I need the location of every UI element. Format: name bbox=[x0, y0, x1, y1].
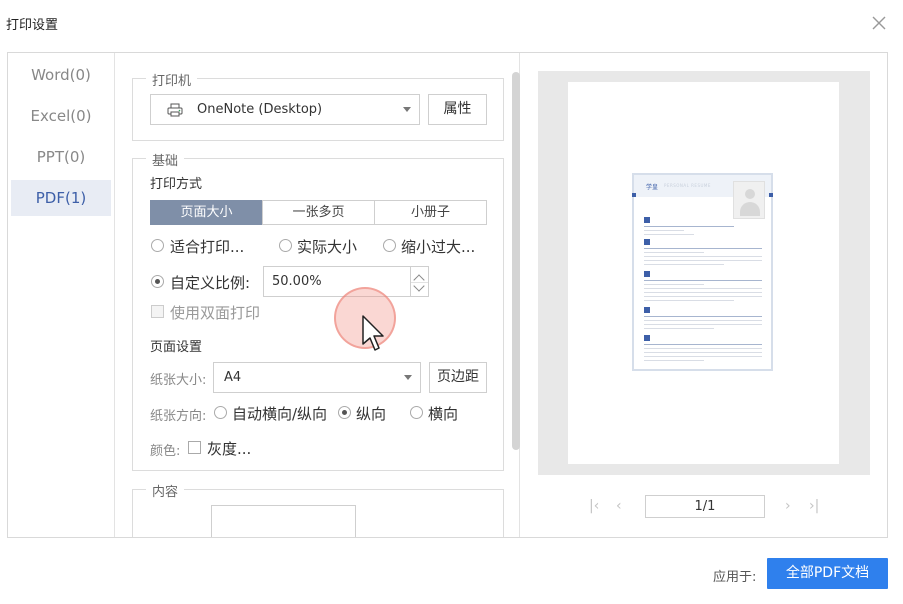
paper-size-label: 纸张大小: bbox=[150, 373, 207, 388]
scale-actual-radio[interactable] bbox=[279, 239, 292, 252]
mode-page-size-tab[interactable]: 页面大小 bbox=[150, 200, 263, 225]
mode-booklet-tab[interactable]: 小册子 bbox=[374, 200, 487, 225]
apply-to-label: 应用于: bbox=[713, 570, 757, 585]
resume-subtitle: PERSONAL RESUME bbox=[664, 183, 711, 188]
resume-name: 学皇 bbox=[646, 184, 659, 191]
category-ppt[interactable]: PPT(0) bbox=[11, 139, 111, 175]
duplex-label: 使用双面打印 bbox=[170, 304, 261, 322]
mouse-cursor-icon bbox=[362, 315, 384, 351]
printer-select-value: OneNote (Desktop) bbox=[197, 102, 323, 117]
dialog-title: 打印设置 bbox=[6, 18, 59, 33]
grayscale-checkbox[interactable] bbox=[188, 441, 201, 454]
scale-actual-label: 实际大小 bbox=[297, 238, 358, 256]
margins-button[interactable]: 页边距 bbox=[429, 362, 487, 393]
mode-multi-page-tab[interactable]: 一张多页 bbox=[262, 200, 375, 225]
print-mode-label: 打印方式 bbox=[150, 177, 203, 192]
prev-page-icon[interactable]: ‹ bbox=[616, 498, 622, 514]
scale-custom-label: 自定义比例: bbox=[170, 274, 251, 292]
page-setup-label: 页面设置 bbox=[150, 340, 203, 355]
settings-scrollbar[interactable] bbox=[512, 72, 520, 450]
duplex-checkbox[interactable] bbox=[151, 305, 164, 318]
orientation-landscape-radio[interactable] bbox=[410, 406, 423, 419]
basics-legend: 基础 bbox=[146, 150, 185, 169]
color-label: 颜色: bbox=[150, 444, 181, 459]
next-page-icon[interactable]: › bbox=[785, 498, 791, 514]
custom-scale-input[interactable]: 50.00% bbox=[263, 266, 411, 297]
page-indicator-input[interactable]: 1/1 bbox=[645, 495, 765, 518]
orientation-portrait-label: 纵向 bbox=[356, 405, 387, 423]
paper-size-select[interactable]: A4 bbox=[213, 362, 421, 393]
grayscale-label: 灰度... bbox=[207, 440, 252, 458]
orientation-label: 纸张方向: bbox=[150, 409, 207, 424]
chevron-down-icon bbox=[403, 107, 411, 112]
category-list: Word(0) Excel(0) PPT(0) PDF(1) bbox=[8, 53, 115, 537]
printer-properties-button[interactable]: 属性 bbox=[428, 94, 487, 125]
orientation-landscape-label: 横向 bbox=[428, 405, 459, 423]
scale-fit-radio[interactable] bbox=[151, 239, 164, 252]
paper-size-value: A4 bbox=[224, 370, 242, 385]
resume-thumbnail: 学皇 PERSONAL RESUME bbox=[632, 173, 773, 371]
content-select[interactable] bbox=[211, 505, 356, 537]
content-legend: 内容 bbox=[146, 481, 185, 500]
chevron-down-icon bbox=[404, 375, 412, 380]
apply-all-pdf-button[interactable]: 全部PDF文档 bbox=[767, 558, 888, 589]
last-page-icon[interactable]: ›| bbox=[809, 498, 819, 514]
custom-scale-stepper[interactable] bbox=[411, 266, 429, 297]
scale-shrink-label: 缩小过大... bbox=[401, 238, 476, 256]
orientation-auto-label: 自动横向/纵向 bbox=[232, 405, 328, 423]
first-page-icon[interactable]: |‹ bbox=[589, 498, 599, 514]
category-excel[interactable]: Excel(0) bbox=[11, 98, 111, 134]
printer-icon bbox=[167, 103, 183, 117]
printer-legend: 打印机 bbox=[146, 70, 198, 89]
printer-select[interactable]: OneNote (Desktop) bbox=[150, 94, 420, 125]
close-icon[interactable] bbox=[870, 14, 888, 32]
scale-fit-label: 适合打印... bbox=[170, 238, 245, 256]
orientation-auto-radio[interactable] bbox=[214, 406, 227, 419]
scale-custom-radio[interactable] bbox=[151, 275, 164, 288]
avatar bbox=[733, 181, 765, 219]
category-pdf[interactable]: PDF(1) bbox=[11, 180, 111, 216]
category-word[interactable]: Word(0) bbox=[11, 57, 111, 93]
orientation-portrait-radio[interactable] bbox=[338, 406, 351, 419]
scale-shrink-radio[interactable] bbox=[383, 239, 396, 252]
